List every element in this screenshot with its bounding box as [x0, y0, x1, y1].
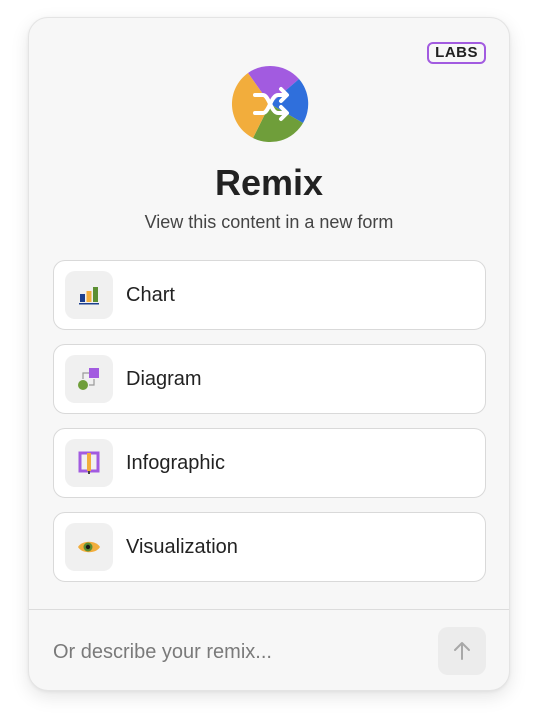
- option-label: Infographic: [126, 451, 225, 474]
- option-label: Visualization: [126, 535, 238, 558]
- remix-panel: LABS Remix View this content in a new fo…: [28, 17, 510, 691]
- diagram-icon: [65, 355, 113, 403]
- remix-prompt-input[interactable]: [53, 632, 423, 672]
- shuffle-icon: [231, 65, 309, 143]
- labs-badge: LABS: [427, 42, 486, 64]
- option-label: Diagram: [126, 367, 202, 390]
- page-subtitle: View this content in a new form: [144, 212, 394, 232]
- option-label: Chart: [126, 283, 175, 306]
- option-infographic[interactable]: Infographic: [53, 428, 486, 498]
- send-button[interactable]: [438, 627, 486, 675]
- bar-chart-icon: [65, 271, 113, 319]
- arrow-up-icon: [454, 642, 470, 660]
- option-diagram[interactable]: Diagram: [53, 344, 486, 414]
- page-title: Remix: [214, 162, 324, 203]
- remix-logo: [231, 65, 309, 143]
- remix-options-list: Chart Diagram Infographic Visualization: [53, 260, 486, 596]
- option-visualization[interactable]: Visualization: [53, 512, 486, 582]
- option-chart[interactable]: Chart: [53, 260, 486, 330]
- eye-icon: [65, 523, 113, 571]
- infographic-icon: [65, 439, 113, 487]
- divider: [29, 609, 509, 610]
